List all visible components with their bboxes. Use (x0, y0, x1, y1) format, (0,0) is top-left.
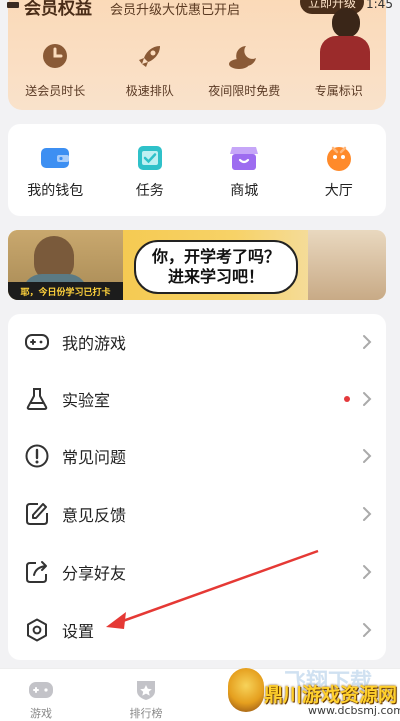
wallet-entry[interactable]: 我的钱包 (8, 144, 103, 216)
settings-icon (27, 618, 47, 642)
menu-label: 常见问题 (62, 448, 127, 467)
vip-subtitle: 会员升级大优惠已开启 (110, 3, 241, 18)
chevron-right-icon (363, 335, 372, 349)
benefit-label: 送会员时长 (25, 84, 86, 98)
watermark-url: www.dcbsmj.com (308, 704, 400, 717)
tab-label: 游戏 (30, 707, 52, 720)
status-time: 1:45 (366, 0, 393, 11)
chevron-right-icon (363, 623, 372, 637)
rocket-icon (134, 40, 166, 72)
benefit-label: 专属标识 (314, 84, 363, 98)
menu-item-feedback[interactable]: 意见反馈 (8, 486, 386, 542)
quick-entries-card: 我的钱包 任务 商城 大厅 (8, 124, 386, 216)
crown-icon (7, 2, 19, 8)
clock-icon (39, 40, 71, 72)
shop-entry[interactable]: 商城 (197, 144, 292, 216)
menu-label: 分享好友 (62, 564, 127, 583)
help-icon (25, 444, 49, 468)
flask-icon (26, 388, 48, 410)
gamepad-icon (25, 334, 49, 350)
menu-item-settings[interactable]: 设置 (8, 602, 386, 658)
menu-item-faq[interactable]: 常见问题 (8, 428, 386, 484)
banner-tag: 耶，今日份学习已打卡 (8, 282, 123, 300)
watermark-logo (228, 668, 264, 712)
banner-photo-right (308, 230, 386, 300)
vip-title: 会员权益 (24, 0, 92, 19)
menu-label: 意见反馈 (62, 506, 127, 525)
menu-label: 设置 (62, 622, 95, 641)
benefit-item[interactable]: 夜间限时免费 (197, 40, 292, 106)
tab-label: 排行榜 (129, 707, 163, 720)
chevron-right-icon (363, 507, 372, 521)
chevron-right-icon (363, 449, 372, 463)
menu-label: 我的游戏 (62, 334, 127, 353)
quick-label: 我的钱包 (27, 183, 84, 199)
feedback-icon (26, 503, 48, 525)
chevron-right-icon (363, 565, 372, 579)
watermark: 飞翔下载 鼎川游戏资源网 www.dcbsmj.com (224, 664, 400, 721)
menu-label: 实验室 (62, 391, 111, 410)
quick-label: 大厅 (324, 183, 353, 199)
benefit-label: 极速排队 (125, 84, 174, 98)
benefit-item[interactable]: 极速排队 (103, 40, 198, 106)
lobby-entry[interactable]: 大厅 (292, 144, 387, 216)
ranking-tab-icon (137, 681, 155, 700)
wallet-icon (41, 148, 70, 168)
quick-label: 商城 (230, 183, 259, 199)
gamepad-tab-icon (29, 682, 53, 698)
moon-icon (228, 40, 260, 72)
banner-girl (332, 8, 360, 38)
benefit-item[interactable]: 送会员时长 (8, 40, 103, 106)
banner-line-1: 你，开学考了吗？ (151, 247, 280, 266)
share-icon (26, 561, 47, 583)
banner-line-2: 进来学习吧！ (167, 267, 264, 286)
task-entry[interactable]: 任务 (103, 144, 198, 216)
benefit-label: 夜间限时免费 (208, 84, 281, 98)
tab-ranking[interactable]: 排行榜 (121, 679, 171, 721)
speech-bubble: 你，开学考了吗？ 进来学习吧！ (134, 240, 298, 294)
chevron-right-icon (363, 392, 372, 406)
tab-games[interactable]: 游戏 (16, 679, 66, 721)
quick-label: 任务 (135, 183, 164, 199)
menu-item-my-games[interactable]: 我的游戏 (8, 314, 386, 370)
task-icon (137, 146, 162, 170)
lobby-icon (326, 146, 351, 171)
notification-dot (344, 396, 350, 402)
promo-banner[interactable]: 耶，今日份学习已打卡 你，开学考了吗？ 进来学习吧！ (8, 230, 386, 300)
banner-girl-body (320, 36, 370, 70)
watermark-title: 鼎川游戏资源网 (264, 684, 398, 706)
shop-icon (230, 147, 259, 170)
menu-card: 我的游戏 实验室 常见问题 意见反馈 分享好友 设置 (8, 314, 386, 660)
menu-item-share[interactable]: 分享好友 (8, 544, 386, 600)
menu-item-lab[interactable]: 实验室 (8, 371, 386, 427)
